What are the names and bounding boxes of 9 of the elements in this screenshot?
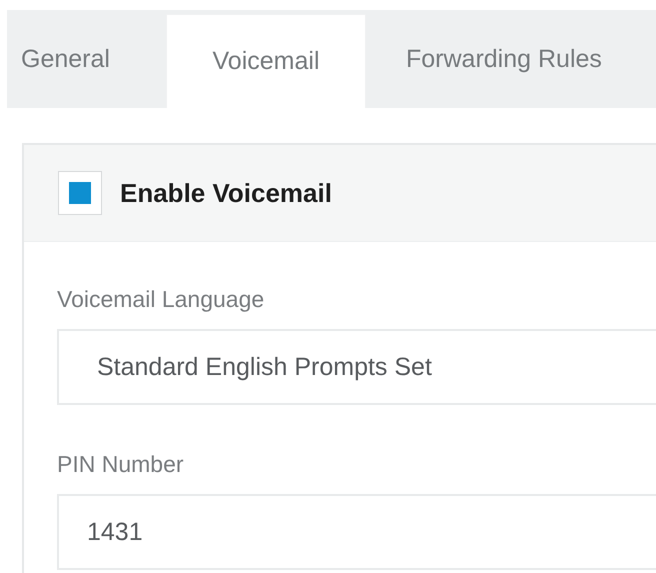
field-label: PIN Number [57,451,185,478]
pin-input[interactable]: 1431 [57,494,656,570]
tab[interactable]: Forwarding Rules [366,10,602,108]
checkbox[interactable] [58,171,102,215]
language-select[interactable]: Standard English Prompts Set [57,329,656,405]
checkbox-label: Enable Voicemail [120,178,332,208]
field-label: Voicemail Language [57,286,266,313]
tab[interactable]: Voicemail [166,14,366,108]
tab[interactable]: General [7,10,166,108]
